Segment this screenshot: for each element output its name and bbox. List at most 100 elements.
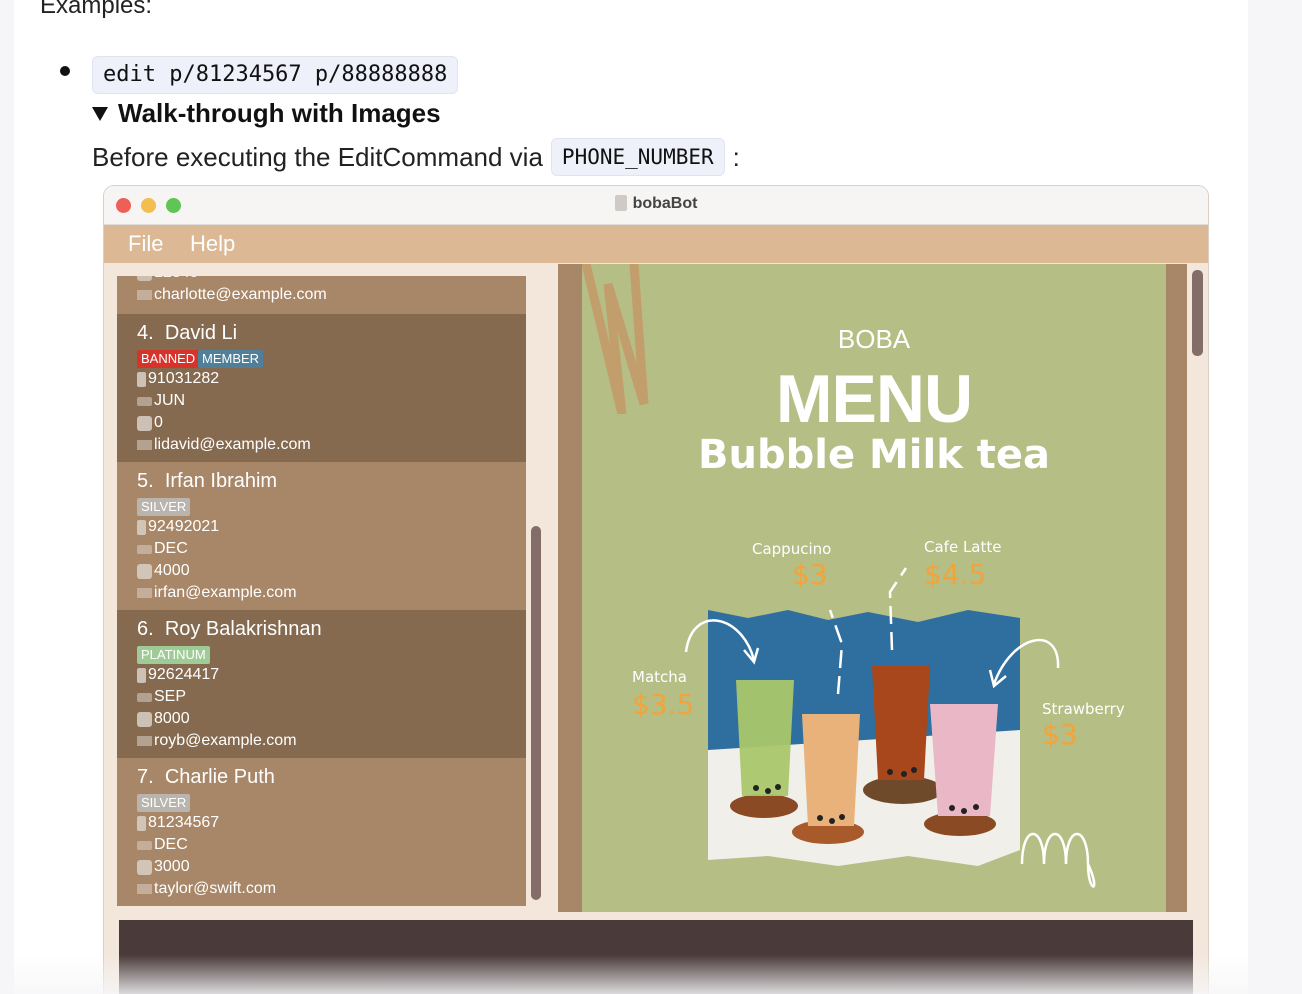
window-title: bobaBot bbox=[104, 195, 1208, 213]
person-index: 5. bbox=[137, 470, 154, 492]
email-line: taylor@swift.com bbox=[137, 880, 276, 898]
before-paragraph: Before executing the EditCommand via PHO… bbox=[92, 138, 740, 176]
bobabot-window: bobaBot File Help 12345 charlotte@exampl… bbox=[104, 186, 1208, 994]
person-name-text: Irfan Ibrahim bbox=[164, 470, 278, 492]
birthday-month: JUN bbox=[154, 392, 186, 409]
phone-line: 91031282 bbox=[137, 370, 219, 388]
person-name-text: Roy Balakrishnan bbox=[164, 618, 322, 640]
email-line: lidavid@example.com bbox=[137, 436, 311, 454]
email-icon bbox=[137, 736, 152, 746]
partial-email-line: charlotte@example.com bbox=[137, 286, 327, 304]
birthday-month: DEC bbox=[154, 540, 188, 557]
person-card[interactable]: 5. Irfan Ibrahim SILVER 92492021 DEC 400… bbox=[117, 462, 526, 610]
points-icon bbox=[137, 276, 152, 281]
person-list-panel[interactable]: 12345 charlotte@example.com 4. David Li … bbox=[117, 276, 526, 906]
person-name-text: Charlie Puth bbox=[164, 766, 275, 788]
person-index: 7. bbox=[137, 766, 154, 788]
phone-line: 92624417 bbox=[137, 666, 219, 684]
menu-bar: File Help bbox=[104, 225, 1208, 263]
birthday-month-icon bbox=[137, 396, 152, 406]
birthday-month-icon bbox=[137, 692, 152, 702]
list-scrollbar-thumb[interactable] bbox=[531, 526, 541, 900]
person-name: 5. Irfan Ibrahim bbox=[137, 470, 277, 493]
examples-heading: Examples: bbox=[40, 0, 153, 19]
phone-number: 92624417 bbox=[148, 666, 220, 683]
month-line: SEP bbox=[137, 688, 186, 706]
email-line: irfan@example.com bbox=[137, 584, 297, 602]
paragraph-suffix: : bbox=[732, 141, 740, 172]
email-icon bbox=[137, 588, 152, 598]
phone-number-code: PHONE_NUMBER bbox=[550, 138, 725, 176]
person-card[interactable]: 6. Roy Balakrishnan PLATINUM 92624417 SE… bbox=[117, 610, 526, 758]
phone-icon bbox=[137, 815, 146, 831]
partial-text: 12345 bbox=[154, 276, 199, 282]
boba-cup-icon bbox=[614, 195, 627, 211]
reward-points: 8000 bbox=[154, 710, 190, 727]
email-line: royb@example.com bbox=[137, 732, 297, 750]
tag-badge: SILVER bbox=[137, 794, 191, 812]
email-address: royb@example.com bbox=[154, 732, 297, 749]
list-bullet bbox=[60, 66, 70, 76]
window-title-text: bobaBot bbox=[632, 195, 698, 212]
email-address: irfan@example.com bbox=[154, 584, 297, 601]
person-index: 6. bbox=[137, 618, 154, 640]
menu-help[interactable]: Help bbox=[190, 231, 235, 257]
points-icon bbox=[137, 415, 152, 431]
phone-number: 91031282 bbox=[148, 370, 220, 387]
email-icon bbox=[137, 290, 152, 300]
partial-points-line: 12345 bbox=[137, 276, 199, 282]
partial-email: charlotte@example.com bbox=[154, 286, 327, 303]
menu-file[interactable]: File bbox=[128, 231, 163, 257]
month-line: JUN bbox=[137, 392, 185, 410]
points-line: 3000 bbox=[137, 858, 190, 876]
email-address: taylor@swift.com bbox=[154, 880, 277, 897]
tag-badge: MEMBER bbox=[198, 350, 264, 368]
walkthrough-details-toggle[interactable]: Walk-through with Images bbox=[92, 98, 441, 129]
points-line: 0 bbox=[137, 414, 163, 432]
person-name-text: David Li bbox=[164, 322, 238, 344]
phone-icon bbox=[137, 519, 146, 535]
person-name: 4. David Li bbox=[137, 322, 237, 345]
points-line: 4000 bbox=[137, 562, 190, 580]
tag-badge: SILVER bbox=[137, 498, 191, 516]
phone-number: 92492021 bbox=[148, 518, 220, 535]
points-icon bbox=[137, 711, 152, 727]
person-name: 6. Roy Balakrishnan bbox=[137, 618, 322, 641]
birthday-month: SEP bbox=[154, 688, 187, 705]
reward-points: 3000 bbox=[154, 858, 190, 875]
reward-points: 0 bbox=[154, 414, 163, 431]
person-name: 7. Charlie Puth bbox=[137, 766, 275, 789]
tag-badge: BANNED bbox=[137, 350, 200, 368]
reward-points: 4000 bbox=[154, 562, 190, 579]
page-bottom-fade bbox=[0, 955, 1302, 994]
email-address: lidavid@example.com bbox=[154, 436, 311, 453]
birthday-month: DEC bbox=[154, 836, 188, 853]
tag-badge: PLATINUM bbox=[137, 646, 210, 664]
person-index: 4. bbox=[137, 322, 154, 344]
window-titlebar: bobaBot bbox=[104, 186, 1208, 225]
month-line: DEC bbox=[137, 836, 188, 854]
person-card[interactable]: 4. David Li BANNED MEMBER 91031282 JUN 0 … bbox=[117, 314, 526, 462]
boba-menu-poster: BOBA MENU Bubble Milk tea Cappucino $3 C… bbox=[582, 264, 1166, 912]
example-command-code: edit p/81234567 p/88888888 bbox=[92, 56, 459, 94]
phone-icon bbox=[137, 371, 146, 387]
disclosure-triangle-icon bbox=[92, 106, 108, 121]
points-icon bbox=[137, 563, 152, 579]
phone-line: 81234567 bbox=[137, 814, 219, 832]
image-scrollbar-track[interactable] bbox=[1187, 264, 1208, 912]
email-icon bbox=[137, 884, 152, 894]
phone-line: 92492021 bbox=[137, 518, 219, 536]
birthday-month-icon bbox=[137, 840, 152, 850]
person-card[interactable]: 7. Charlie Puth SILVER 81234567 DEC 3000… bbox=[117, 758, 526, 906]
phone-number: 81234567 bbox=[148, 814, 220, 831]
image-scrollbar-thumb[interactable] bbox=[1192, 270, 1203, 356]
points-line: 8000 bbox=[137, 710, 190, 728]
birthday-month-icon bbox=[137, 544, 152, 554]
walkthrough-summary-label: Walk-through with Images bbox=[118, 98, 441, 128]
month-line: DEC bbox=[137, 540, 188, 558]
phone-icon bbox=[137, 667, 146, 683]
arrow-doodles bbox=[684, 567, 1096, 888]
person-card-partial[interactable]: 12345 charlotte@example.com bbox=[117, 276, 526, 314]
paragraph-text: Before executing the EditCommand via bbox=[92, 141, 543, 172]
points-icon bbox=[137, 859, 152, 875]
